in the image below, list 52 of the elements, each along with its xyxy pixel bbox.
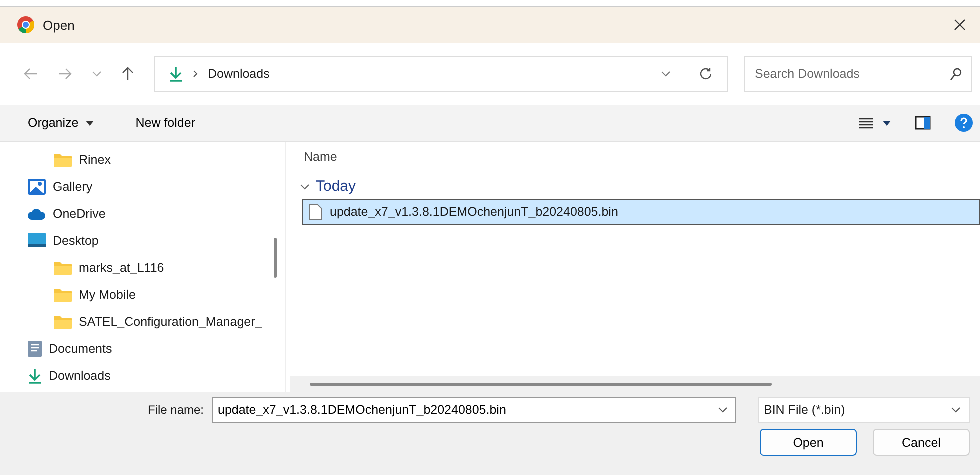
chevron-down-icon[interactable] (300, 184, 310, 190)
search-field[interactable]: Search Downloads (744, 56, 972, 92)
chevron-down-icon[interactable] (661, 71, 671, 77)
sidebar-item[interactable]: Rinex (79, 152, 111, 166)
new-folder-button[interactable]: New folder (128, 112, 204, 134)
scrollbar-thumb[interactable] (274, 238, 276, 278)
sidebar-item[interactable]: Documents (49, 342, 112, 356)
field-label: File name: (148, 403, 204, 417)
caret-icon[interactable] (883, 120, 891, 126)
window-title: Open (43, 18, 75, 32)
file-icon (309, 204, 322, 220)
file-name: update_x7_v1.3.8.1DEMOchenjunT_b20240805.bin (330, 205, 618, 219)
folder-icon (54, 288, 72, 302)
sidebar-item[interactable]: marks_at_L116 (79, 260, 164, 274)
sidebar-item[interactable]: OneDrive (53, 206, 106, 220)
group-header[interactable]: Today (316, 178, 356, 195)
download-icon (28, 368, 42, 384)
chevron-down-icon[interactable] (718, 407, 728, 413)
sidebar-item[interactable]: Downloads (49, 368, 111, 382)
close-icon[interactable] (954, 19, 966, 31)
cancel-button[interactable]: Cancel (873, 429, 970, 456)
breadcrumb-item[interactable]: Downloads (208, 67, 270, 81)
column-header[interactable]: Name (304, 150, 338, 164)
list-view-icon[interactable] (859, 118, 873, 128)
refresh-icon[interactable] (699, 67, 713, 81)
chevron-down-icon (951, 407, 961, 413)
file-type-dropdown[interactable]: BIN File (*.bin) (758, 397, 970, 423)
document-icon (28, 340, 42, 356)
preview-pane-icon[interactable] (915, 116, 931, 130)
sidebar-item[interactable]: Gallery (53, 180, 93, 194)
search-icon[interactable] (950, 68, 962, 81)
sidebar-item[interactable]: My Mobile (79, 288, 136, 302)
browser-logo-icon (17, 16, 35, 34)
up-arrow-icon[interactable] (122, 67, 134, 81)
scrollbar-thumb[interactable] (310, 382, 772, 386)
chevron-right-icon (193, 70, 198, 78)
folder-icon (54, 260, 72, 274)
folder-icon (54, 314, 72, 328)
cloud-icon (28, 208, 46, 220)
sidebar-item[interactable]: SATEL_Configuration_Manager_ (79, 314, 262, 328)
monitor-icon (28, 233, 46, 248)
sidebar-item[interactable]: Desktop (53, 234, 99, 248)
folder-icon (54, 152, 72, 166)
address-bar[interactable]: Downloads (154, 56, 728, 92)
open-button[interactable]: Open (760, 429, 857, 456)
picture-icon (28, 178, 46, 194)
file-name-field[interactable]: update_x7_v1.3.8.1DEMOchenjunT_b20240805.bin (212, 397, 736, 423)
organize-button[interactable]: Organize (20, 112, 102, 134)
caret-icon (86, 120, 94, 126)
download-icon (169, 66, 183, 82)
help-icon[interactable] (955, 114, 973, 132)
file-row[interactable]: update_x7_v1.3.8.1DEMOchenjunT_b20240805.bin (302, 199, 980, 225)
